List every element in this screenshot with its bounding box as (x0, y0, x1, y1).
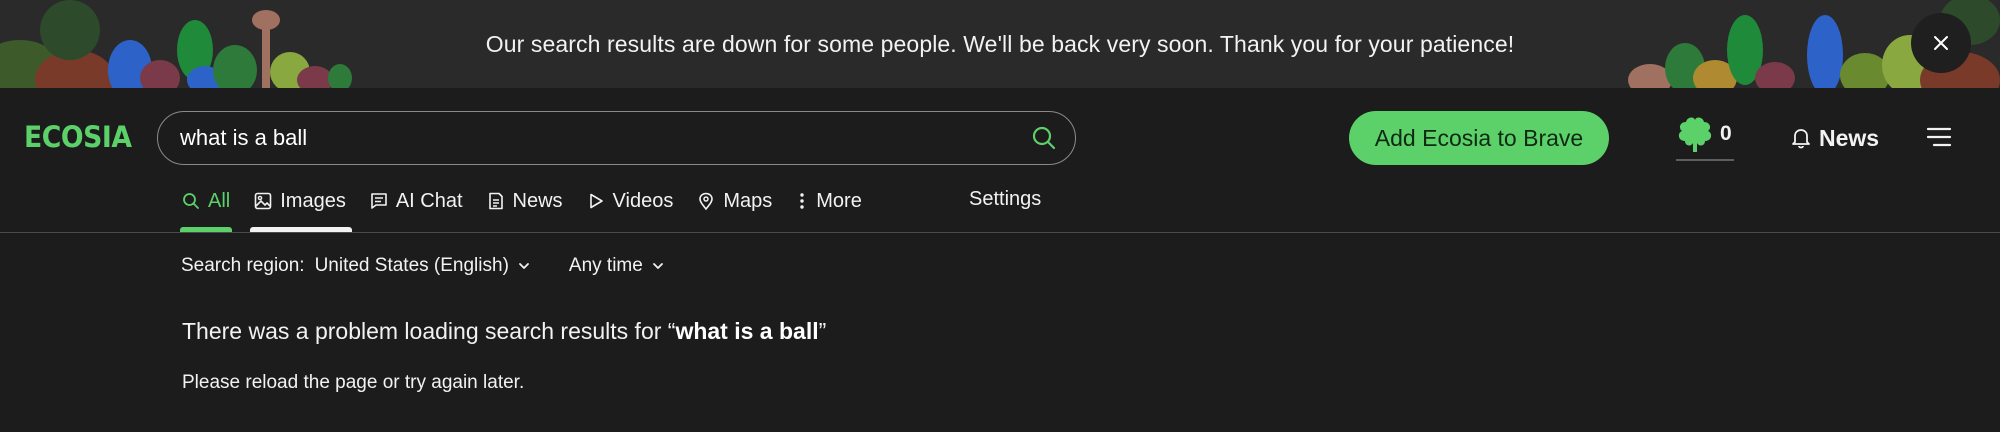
search-filters: Search region: United States (English) A… (181, 255, 703, 277)
outage-message: Our search results are down for some peo… (485, 30, 1515, 57)
tree-count: 0 (1720, 122, 1732, 145)
time-filter-dropdown[interactable]: Any time (569, 255, 665, 277)
header-divider (0, 232, 2000, 233)
error-query: what is a ball (675, 318, 819, 344)
error-suffix: ” (818, 318, 827, 344)
search-input[interactable] (180, 120, 1000, 156)
search-box[interactable] (157, 111, 1076, 165)
search-region-label: Search region: (181, 255, 305, 276)
tab-news[interactable]: News (487, 186, 563, 216)
tab-label: More (816, 189, 862, 212)
tree-counter-underline (1676, 159, 1734, 161)
tab-label: AI Chat (395, 189, 463, 212)
map-pin-icon (699, 192, 714, 210)
tab-ai-chat[interactable]: AI Chat (370, 186, 463, 216)
hamburger-menu-icon (1926, 127, 1952, 147)
tab-maps[interactable]: Maps (697, 186, 772, 216)
search-region-dropdown[interactable]: United States (English) (315, 255, 531, 277)
main-menu-button[interactable] (1926, 126, 1952, 148)
outage-banner: Our search results are down for some peo… (0, 0, 2000, 88)
news-label: News (1819, 124, 1880, 151)
search-button[interactable] (1031, 125, 1057, 151)
play-icon (589, 193, 603, 209)
tab-label: Maps (723, 189, 773, 212)
tab-videos[interactable]: Videos (587, 186, 674, 216)
tab-label: Videos (612, 189, 674, 212)
search-region-value: United States (English) (314, 255, 509, 276)
chevron-down-icon (519, 263, 529, 269)
close-banner-button[interactable] (1911, 13, 1971, 73)
settings-link[interactable]: Settings (969, 188, 1041, 211)
search-icon (183, 193, 199, 209)
error-subtitle: Please reload the page or try again late… (182, 372, 525, 393)
tab-label: All (208, 189, 231, 212)
tab-images[interactable]: Images (250, 186, 352, 232)
tab-label: News (512, 189, 563, 212)
add-ecosia-button[interactable]: Add Ecosia to Brave (1349, 111, 1609, 165)
news-icon (488, 192, 503, 210)
tab-label: Images (280, 189, 346, 212)
close-icon (1934, 36, 1948, 50)
news-notifications-button[interactable]: News (1791, 124, 1879, 152)
more-vertical-icon (800, 193, 804, 209)
image-icon (254, 192, 272, 210)
error-title: There was a problem loading search resul… (182, 318, 826, 345)
tab-more[interactable]: More (796, 186, 862, 216)
search-icon (1032, 126, 1056, 150)
chevron-down-icon (652, 263, 663, 269)
ecosia-logo[interactable]: ECOSIA (24, 120, 132, 154)
bell-icon (1792, 129, 1810, 149)
time-filter-value: Any time (568, 255, 643, 276)
tab-all[interactable]: All (180, 186, 233, 232)
search-tabs: All Images AI Chat News Videos Maps More (180, 186, 886, 232)
error-prefix: There was a problem loading search resul… (182, 318, 676, 344)
chat-icon (371, 193, 387, 209)
